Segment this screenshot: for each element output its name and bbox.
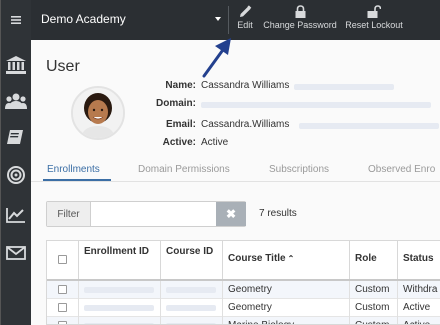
institution-icon[interactable] [1, 50, 31, 80]
redacted-text [166, 305, 216, 311]
domain-label: Domain: [156, 98, 196, 109]
column-header-course-title[interactable]: Course Title ⌃ [223, 241, 350, 279]
redacted-text [299, 123, 439, 129]
active-tab-indicator [43, 179, 111, 181]
status-cell: Active [403, 302, 431, 313]
column-header-status[interactable]: Status [398, 241, 440, 279]
redacted-text [201, 102, 431, 108]
redacted-text [166, 287, 216, 293]
toolbar-divider [228, 6, 229, 34]
row-checkbox[interactable] [58, 303, 67, 312]
course-title-cell[interactable]: Geometry [223, 281, 350, 299]
enrollment-id-cell [79, 281, 161, 299]
row-select-cell [47, 281, 79, 299]
filter-group: Filter ✖ [46, 201, 246, 227]
change-password-label: Change Password [263, 20, 337, 30]
filter-input[interactable] [92, 202, 215, 226]
top-bar: Demo Academy Edit Change Password Reset … [31, 0, 440, 40]
role-cell: Custom [350, 299, 398, 317]
course-title-cell[interactable]: Marine Biology [223, 317, 350, 324]
column-header-enrollment-id[interactable]: Enrollment ID [79, 241, 161, 279]
row-checkbox[interactable] [58, 285, 67, 294]
main-content: User Name: Cassandra Williams Domain: Em… [31, 40, 440, 325]
row-select-cell [47, 299, 79, 317]
course-title-header-label: Course Title [228, 253, 286, 264]
select-all-checkbox[interactable] [58, 255, 67, 264]
tab-subscriptions[interactable]: Subscriptions [269, 164, 329, 175]
reset-lockout-label: Reset Lockout [345, 20, 403, 30]
redacted-text [84, 305, 154, 311]
table-row[interactable]: Geometry Custom Active [47, 299, 440, 317]
change-password-button[interactable]: Change Password [261, 5, 339, 30]
course-id-cell [161, 317, 223, 324]
pencil-icon [239, 5, 251, 17]
table-row[interactable]: Marine Biology Custom Active [47, 317, 440, 324]
edit-button[interactable]: Edit [232, 5, 258, 30]
email-value: Cassandra.Williams [201, 119, 290, 130]
course-title-cell[interactable]: Geometry [223, 299, 350, 317]
target-icon[interactable] [1, 160, 31, 190]
chart-icon[interactable] [1, 200, 31, 230]
book-icon[interactable] [1, 122, 31, 152]
column-header-course-id[interactable]: Course ID [161, 241, 223, 279]
sidebar [1, 0, 31, 325]
course-id-cell [161, 281, 223, 299]
status-cell: Withdra [403, 284, 438, 295]
active-value: Active [201, 137, 229, 148]
organization-name[interactable]: Demo Academy [41, 12, 126, 26]
results-count: 7 results [259, 208, 297, 219]
mail-icon[interactable] [1, 238, 31, 268]
row-checkbox[interactable] [58, 321, 67, 324]
name-value: Cassandra Williams [201, 80, 290, 91]
enrollments-table: Enrollment ID Course ID Course Title ⌃ Ro… [46, 240, 440, 325]
redacted-text [84, 287, 154, 293]
avatar [71, 86, 125, 140]
page-title: User [46, 58, 80, 75]
reset-lockout-button[interactable]: Reset Lockout [343, 5, 405, 30]
menu-icon[interactable] [1, 5, 31, 35]
filter-label: Filter [47, 202, 91, 226]
name-label: Name: [165, 80, 196, 91]
app-window: Demo Academy Edit Change Password Reset … [0, 0, 440, 325]
tab-observed-enrollments[interactable]: Observed Enro [368, 164, 435, 175]
table-row[interactable]: Geometry Custom Withdra [47, 281, 440, 299]
enrollment-id-cell [79, 317, 161, 324]
role-cell: Custom [350, 317, 398, 324]
clear-filter-button[interactable]: ✖ [216, 202, 246, 226]
users-icon[interactable] [1, 86, 31, 116]
enrollment-id-cell [79, 299, 161, 317]
active-label: Active: [162, 137, 196, 148]
column-header-role[interactable]: Role [350, 241, 398, 279]
unlock-icon [367, 5, 381, 18]
course-id-cell [161, 299, 223, 317]
tab-domain-permissions[interactable]: Domain Permissions [138, 164, 230, 175]
edit-label: Edit [237, 20, 253, 30]
caret-down-icon[interactable] [215, 17, 221, 21]
row-select-cell [47, 317, 79, 324]
select-all-header [47, 241, 79, 279]
email-label: Email: [165, 119, 196, 130]
lock-icon [295, 5, 305, 18]
redacted-text [294, 84, 394, 90]
tab-enrollments[interactable]: Enrollments [47, 164, 100, 175]
sort-ascending-icon: ⌃ [287, 254, 295, 263]
role-cell: Custom [350, 281, 398, 299]
status-cell: Active [398, 317, 440, 324]
